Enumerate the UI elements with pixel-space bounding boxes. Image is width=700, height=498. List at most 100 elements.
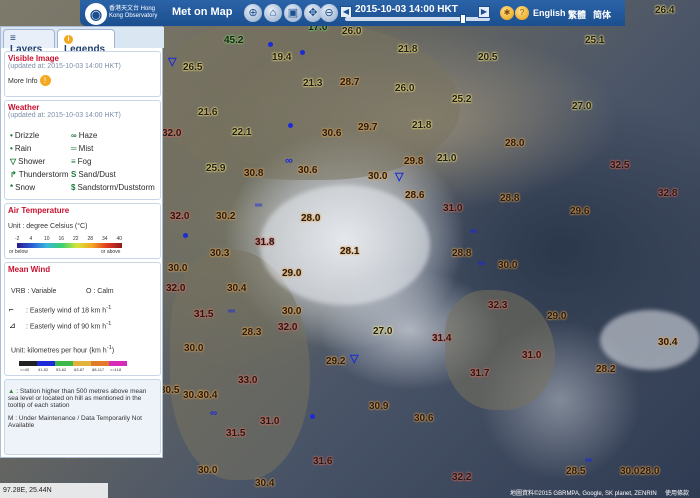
station-temperature[interactable]: 32.8 xyxy=(658,188,677,199)
map-view-icon[interactable]: ▣ xyxy=(284,4,302,22)
station-temperature[interactable]: 22.1 xyxy=(232,127,251,138)
station-temperature[interactable]: 21.3 xyxy=(303,78,322,89)
station-temperature[interactable]: 33.0 xyxy=(238,375,257,386)
station-temperature[interactable]: 25.9 xyxy=(206,163,225,174)
air-temp-unit: Unit : degree Celsius (°C) xyxy=(8,223,88,230)
station-temperature[interactable]: 30.8 xyxy=(244,168,263,179)
station-temperature[interactable]: 30.4 xyxy=(658,337,677,348)
station-temperature[interactable]: 30.4 xyxy=(255,478,274,489)
wind-tick-label: >=118 xyxy=(110,367,122,372)
haze-icon: ∞ xyxy=(585,455,593,466)
station-temperature[interactable]: 30.0 xyxy=(168,263,187,274)
legend-rain: • Rain xyxy=(10,144,32,153)
station-temperature[interactable]: 28.6 xyxy=(405,190,424,201)
station-temperature[interactable]: 32.5 xyxy=(610,160,629,171)
station-temperature[interactable]: 31.6 xyxy=(313,456,332,467)
station-temperature[interactable]: 26.5 xyxy=(183,62,202,73)
station-temperature[interactable]: 30.0 xyxy=(620,466,639,477)
station-temperature[interactable]: 31.0 xyxy=(260,416,279,427)
station-temperature[interactable]: 31.4 xyxy=(432,333,451,344)
station-temperature[interactable]: 20.5 xyxy=(478,52,497,63)
station-temperature[interactable]: 28.1 xyxy=(340,246,359,257)
lang-simp-chinese[interactable]: 简体 xyxy=(593,8,611,21)
station-temperature[interactable]: 31.0 xyxy=(443,203,462,214)
app-title: Met on Map xyxy=(172,6,233,18)
station-temperature[interactable]: 28.8 xyxy=(500,193,519,204)
station-temperature[interactable]: 29.0 xyxy=(282,268,301,279)
wind-tick-label: 53-62 xyxy=(56,367,67,372)
tab-legends[interactable]: iLegends xyxy=(57,29,115,55)
haze-icon: ∞ xyxy=(210,408,218,419)
more-info-link[interactable]: More Info ! xyxy=(5,75,160,86)
station-temperature[interactable]: 30.0 xyxy=(184,343,203,354)
station-temperature[interactable]: 21.8 xyxy=(412,120,431,131)
mist-icon: ═ xyxy=(255,200,263,211)
wind-colorbar xyxy=(19,361,199,366)
station-temperature[interactable]: 28.2 xyxy=(596,364,615,375)
station-temperature[interactable]: 28.0 xyxy=(505,138,524,149)
time-slider[interactable] xyxy=(345,17,490,21)
terms-link[interactable]: 使用條款 xyxy=(665,488,689,497)
station-temperature[interactable]: 30.4 xyxy=(198,390,217,401)
next-time-button[interactable]: ▶ xyxy=(478,6,490,18)
station-temperature[interactable]: 45.2 xyxy=(224,35,243,46)
station-temperature[interactable]: 27.0 xyxy=(572,101,591,112)
station-temperature[interactable]: 30.2 xyxy=(216,211,235,222)
station-temperature[interactable]: 21.8 xyxy=(398,44,417,55)
station-temperature[interactable]: 30.6 xyxy=(414,413,433,424)
zoom-out-icon[interactable]: ⊖ xyxy=(320,4,338,22)
station-temperature[interactable]: 32.0 xyxy=(162,128,181,139)
station-temperature[interactable]: 30.3 xyxy=(210,248,229,259)
station-temperature[interactable]: 28.0 xyxy=(640,466,659,477)
hill-icon: ▲ xyxy=(8,388,15,395)
cursor-coordinates: 97.28E, 25.44N xyxy=(0,483,108,498)
station-temperature[interactable]: 28.7 xyxy=(340,77,359,88)
station-temperature[interactable]: 29.6 xyxy=(570,206,589,217)
station-temperature[interactable]: 21.6 xyxy=(198,107,217,118)
settings-icon[interactable]: ✱ xyxy=(500,6,514,20)
station-temperature[interactable]: 32.0 xyxy=(170,211,189,222)
temp-tick-label: 22 xyxy=(73,236,79,242)
station-temperature[interactable]: 32.0 xyxy=(166,283,185,294)
station-temperature[interactable]: 30.0 xyxy=(282,306,301,317)
station-temperature[interactable]: 30.0 xyxy=(198,465,217,476)
station-temperature[interactable]: 31.5 xyxy=(194,309,213,320)
station-temperature[interactable]: 32.0 xyxy=(278,322,297,333)
station-temperature[interactable]: 31.5 xyxy=(226,428,245,439)
station-temperature[interactable]: 25.2 xyxy=(452,94,471,105)
tab-layers[interactable]: ≡ Layers xyxy=(3,29,55,55)
station-temperature[interactable]: 21.0 xyxy=(437,153,456,164)
help-icon[interactable]: ? xyxy=(515,6,529,20)
station-temperature[interactable]: 29.8 xyxy=(404,156,423,167)
station-temperature[interactable]: 26.0 xyxy=(342,26,361,37)
time-slider-thumb[interactable] xyxy=(460,14,466,24)
station-temperature[interactable]: 30.4 xyxy=(227,283,246,294)
station-temperature[interactable]: 31.0 xyxy=(522,350,541,361)
station-temperature[interactable]: 28.8 xyxy=(452,248,471,259)
station-temperature[interactable]: 31.8 xyxy=(255,237,274,248)
station-temperature[interactable]: 32.3 xyxy=(488,300,507,311)
station-temperature[interactable]: 29.7 xyxy=(358,122,377,133)
station-temperature[interactable]: 19.4 xyxy=(272,52,291,63)
station-temperature[interactable]: 30.9 xyxy=(369,401,388,412)
rain-icon: • xyxy=(10,144,13,153)
lang-english[interactable]: English xyxy=(533,8,566,18)
station-temperature[interactable]: 29.0 xyxy=(547,311,566,322)
station-temperature[interactable]: 30.0 xyxy=(498,260,517,271)
station-temperature[interactable]: 30.6 xyxy=(298,165,317,176)
home-icon[interactable]: ⌂ xyxy=(264,4,282,22)
station-temperature[interactable]: 30.6 xyxy=(322,128,341,139)
station-temperature[interactable]: 26.4 xyxy=(655,5,674,16)
station-temperature[interactable]: 28.5 xyxy=(566,466,585,477)
station-temperature[interactable]: 30.0 xyxy=(368,171,387,182)
zoom-in-icon[interactable]: ⊕ xyxy=(244,4,262,22)
station-temperature[interactable]: 27.0 xyxy=(373,326,392,337)
station-temperature[interactable]: 26.0 xyxy=(395,83,414,94)
station-temperature[interactable]: 32.2 xyxy=(452,472,471,483)
station-temperature[interactable]: 29.2 xyxy=(326,356,345,367)
station-temperature[interactable]: 28.3 xyxy=(242,327,261,338)
station-temperature[interactable]: 25.1 xyxy=(585,35,604,46)
station-temperature[interactable]: 31.7 xyxy=(470,368,489,379)
station-temperature[interactable]: 28.0 xyxy=(301,213,320,224)
lang-trad-chinese[interactable]: 繁體 xyxy=(568,8,586,21)
